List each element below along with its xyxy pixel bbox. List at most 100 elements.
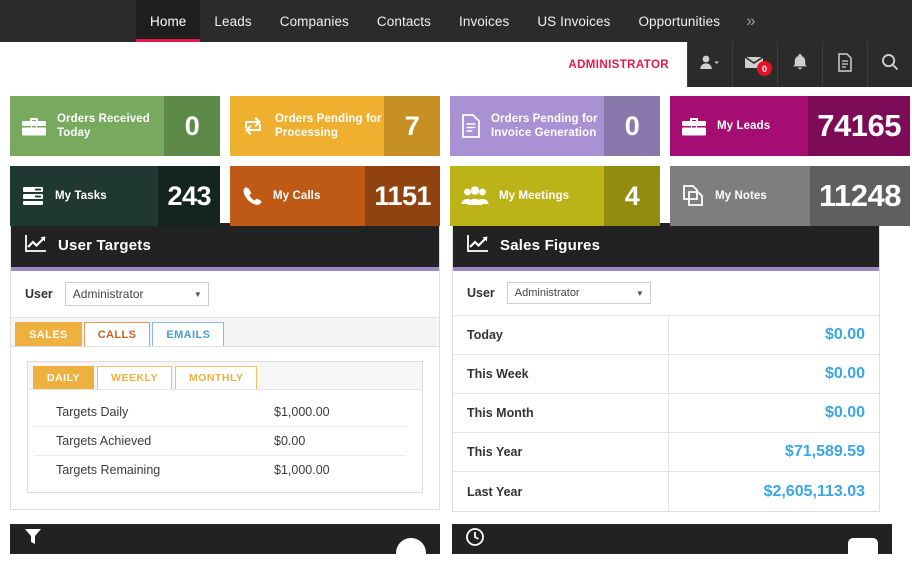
tile-orders-pending-for-processing[interactable]: Orders Pending for Processing 7 [230, 96, 440, 156]
panel-title: Sales Figures [500, 236, 601, 254]
funnel-icon [24, 528, 42, 551]
header-bar: ADMINISTRATOR 0 [0, 42, 912, 87]
bottom-panel-right-header [452, 524, 892, 554]
user-chevron-icon [699, 54, 721, 75]
tab-monthly[interactable]: MONTHLY [175, 366, 258, 389]
table-row: Today $0.00 [453, 316, 879, 355]
tile-value: 0 [164, 96, 220, 156]
row-value: $0.00 [824, 365, 865, 382]
dashboard-panels: User Targets User Administrator ▼ SALES … [0, 223, 912, 524]
chevron-down-icon: ▼ [635, 288, 644, 298]
table-row: This Week $0.00 [453, 355, 879, 394]
tile-main: Orders Pending for Processing [230, 96, 384, 156]
tile-value: 243 [158, 166, 220, 226]
sales-figures-body: User Administrator ▼ Today $0.00 This We… [453, 271, 879, 511]
row-value: $1,000.00 [274, 405, 330, 419]
sales-figures-table: Today $0.00 This Week $0.00 This Month $… [453, 316, 879, 511]
user-select[interactable]: Administrator ▼ [506, 282, 651, 304]
tab-weekly[interactable]: WEEKLY [97, 366, 173, 389]
nav-item-label: Home [150, 13, 187, 29]
table-row: Targets Achieved $0.00 [34, 427, 406, 456]
row-label: This Year [453, 433, 669, 471]
table-row: This Year $71,589.59 [453, 433, 879, 472]
nav-item-opportunities[interactable]: Opportunities [624, 0, 734, 42]
row-value: $2,605,113.03 [763, 482, 865, 500]
tile-row-1: Orders Received Today 0 Orders Pending f… [0, 96, 912, 156]
tile-main: My Notes [670, 166, 810, 226]
tile-main: My Meetings [450, 166, 604, 226]
tab-daily[interactable]: DAILY [33, 366, 95, 389]
search-button[interactable] [867, 42, 912, 87]
bottom-panel-left-header [10, 524, 440, 554]
bottom-panel-left-action-button[interactable] [396, 538, 426, 554]
table-row: Targets Daily $1,000.00 [34, 398, 406, 427]
tab-calls[interactable]: CALLS [83, 322, 151, 346]
tile-my-meetings[interactable]: My Meetings 4 [450, 166, 660, 226]
user-select[interactable]: Administrator ▼ [64, 282, 209, 306]
row-value: $1,000.00 [274, 463, 330, 477]
nav-item-companies[interactable]: Companies [266, 0, 363, 42]
table-row: This Month $0.00 [453, 394, 879, 433]
row-label: Last Year [453, 472, 669, 511]
nav-more-chevron-icon[interactable]: » [734, 0, 767, 42]
user-targets-panel: User Targets User Administrator ▼ SALES … [10, 223, 440, 510]
tile-label: Orders Pending for Processing [275, 112, 382, 139]
row-label: Targets Daily [56, 405, 129, 419]
messages-button[interactable]: 0 [732, 42, 777, 87]
row-label: Today [453, 316, 669, 354]
sales-figures-panel: Sales Figures User Administrator ▼ Today… [452, 223, 880, 512]
row-value: $0.00 [824, 326, 865, 343]
tile-label: My Meetings [499, 189, 570, 202]
user-targets-user-row: User Administrator ▼ [11, 271, 439, 318]
user-label: User [25, 287, 53, 301]
row-value: $0.00 [274, 434, 306, 448]
user-targets-panel-header: User Targets [11, 223, 439, 271]
tile-value: 1151 [365, 166, 440, 226]
recycle-icon [241, 115, 265, 137]
administrator-label: ADMINISTRATOR [568, 58, 669, 71]
bottom-panel-right-action-button[interactable] [848, 538, 878, 554]
tile-my-leads[interactable]: My Leads 74165 [670, 96, 910, 156]
tile-main: Orders Pending for Invoice Generation [450, 96, 604, 156]
nav-item-us-invoices[interactable]: US Invoices [523, 0, 624, 42]
user-menu-button[interactable] [687, 42, 732, 87]
panel-column-left: User Targets User Administrator ▼ SALES … [0, 223, 440, 524]
sales-figures-panel-header: Sales Figures [453, 223, 879, 271]
row-label: Targets Achieved [56, 434, 152, 448]
user-targets-tabstrip: SALES CALLS EMAILS [11, 318, 439, 347]
tile-main: My Leads [670, 96, 809, 156]
tile-value: 0 [604, 96, 660, 156]
tile-my-tasks[interactable]: My Tasks 243 [10, 166, 220, 226]
user-targets-body: User Administrator ▼ SALES CALLS EMAILS … [11, 271, 439, 493]
tab-sales[interactable]: SALES [15, 322, 82, 346]
nav-item-leads[interactable]: Leads [200, 0, 265, 42]
nav-item-label: US Invoices [537, 13, 611, 29]
tab-emails[interactable]: EMAILS [152, 322, 225, 346]
tile-my-calls[interactable]: My Calls 1151 [230, 166, 440, 226]
tile-orders-pending-for-invoice-generation[interactable]: Orders Pending for Invoice Generation 0 [450, 96, 660, 156]
document-icon [837, 52, 853, 77]
tile-orders-received-today[interactable]: Orders Received Today 0 [10, 96, 220, 156]
tile-label: My Tasks [55, 189, 107, 202]
user-label: User [467, 286, 495, 300]
briefcase-icon [681, 115, 707, 137]
tile-value: 4 [604, 166, 660, 226]
tile-value: 74165 [808, 96, 910, 156]
user-select-value: Administrator [514, 287, 580, 299]
dashboard-tiles: Orders Received Today 0 Orders Pending f… [0, 87, 912, 226]
bell-icon [792, 53, 808, 76]
tile-label: My Leads [717, 119, 771, 132]
tile-main: My Calls [230, 166, 366, 226]
nav-item-label: Opportunities [638, 13, 721, 29]
tile-label: My Calls [273, 189, 321, 202]
table-row: Last Year $2,605,113.03 [453, 472, 879, 511]
row-value: $71,589.59 [784, 443, 865, 460]
nav-item-label: Companies [279, 13, 349, 29]
table-row: Targets Remaining $1,000.00 [34, 456, 406, 484]
tile-my-notes[interactable]: My Notes 11248 [670, 166, 910, 226]
nav-item-invoices[interactable]: Invoices [445, 0, 523, 42]
documents-button[interactable] [822, 42, 867, 87]
nav-item-contacts[interactable]: Contacts [363, 0, 445, 42]
nav-item-home[interactable]: Home [136, 0, 201, 42]
notifications-button[interactable] [777, 42, 822, 87]
